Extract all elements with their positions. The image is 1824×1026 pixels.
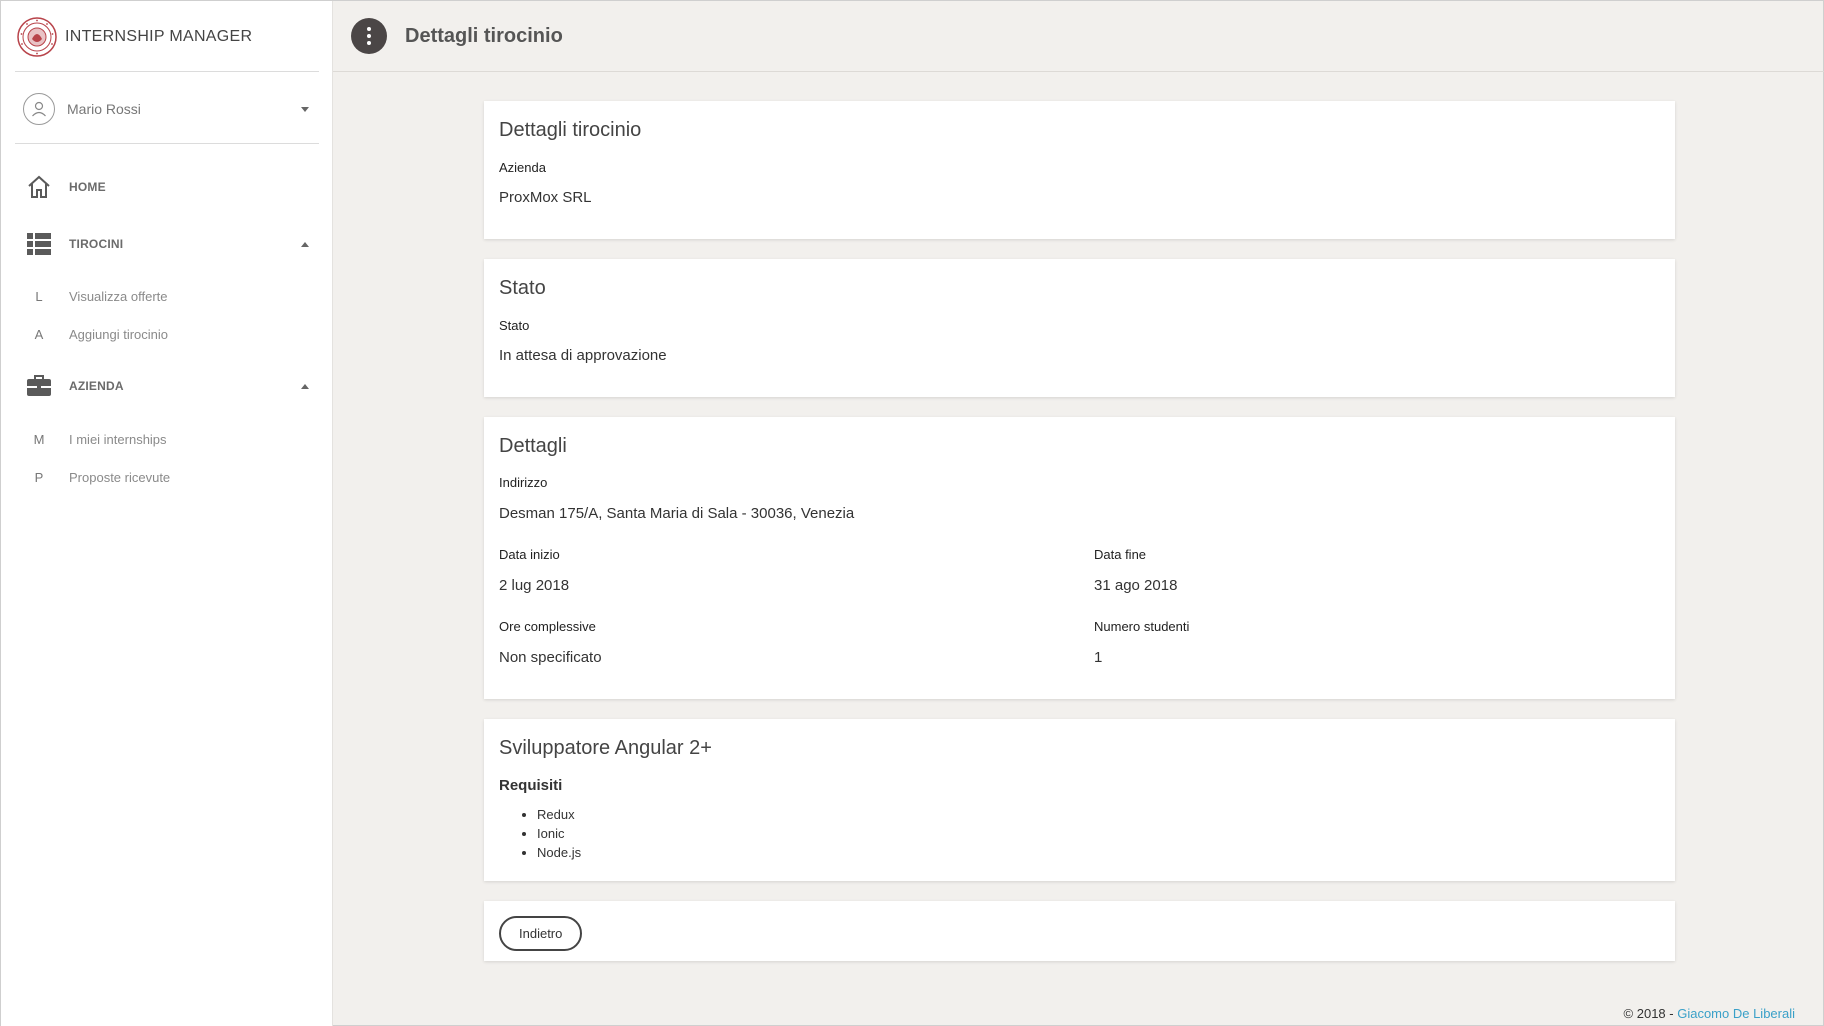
- user-avatar-icon: [23, 93, 55, 125]
- address-value: Desman 175/A, Santa Maria di Sala - 3003…: [499, 505, 855, 522]
- sidebar-item-label: TIROCINI: [69, 237, 124, 251]
- position-card: Sviluppatore Angular 2+ Requisiti Redux …: [484, 719, 1675, 881]
- back-button[interactable]: Indietro: [499, 916, 583, 951]
- start-date-value: 2 lug 2018: [499, 577, 570, 594]
- sidebar-subitem-letter: M: [33, 431, 45, 447]
- sidebar-item-home[interactable]: HOME: [15, 165, 319, 209]
- status-value: In attesa di approvazione: [499, 347, 667, 364]
- sidebar-subitem-i-miei-internships[interactable]: M I miei internships: [15, 422, 319, 456]
- sidebar-subitem-letter: L: [35, 288, 43, 304]
- total-hours-label: Ore complessive: [499, 619, 596, 634]
- requirements-label: Requisiti: [499, 777, 563, 794]
- company-label: Azienda: [499, 160, 546, 175]
- end-date-label: Data fine: [1094, 547, 1147, 562]
- divider: [15, 71, 319, 72]
- status-label: Stato: [499, 318, 530, 333]
- total-hours-value: Non specificato: [499, 649, 602, 666]
- sidebar-item-tirocini[interactable]: TIROCINI: [15, 222, 319, 266]
- address-label: Indirizzo: [499, 475, 548, 490]
- students-count-label: Numero studenti: [1094, 619, 1190, 634]
- more-vert-icon[interactable]: [351, 18, 387, 54]
- brand[interactable]: INTERNSHIP MANAGER: [17, 15, 252, 59]
- card-title: Dettagli tirocinio: [499, 119, 642, 141]
- app-title: INTERNSHIP MANAGER: [65, 28, 253, 45]
- list-item: Ionic: [537, 824, 581, 843]
- card-title: Dettagli: [499, 435, 567, 457]
- briefcase-icon: [25, 372, 53, 400]
- sidebar-subitem-letter: P: [34, 469, 44, 485]
- list-item: Node.js: [537, 843, 581, 862]
- sidebar-subitem-label: Proposte ricevute: [69, 469, 171, 485]
- sidebar-subitem-label: Aggiungi tirocinio: [69, 326, 169, 342]
- sidebar-subitem-letter: A: [34, 326, 44, 342]
- top-bar: Dettagli tirocinio: [333, 1, 1824, 72]
- user-name: Mario Rossi: [67, 101, 141, 117]
- internship-details-card: Dettagli tirocinio Azienda ProxMox SRL: [484, 101, 1675, 239]
- sidebar-subitem-label: I miei internships: [69, 431, 167, 447]
- divider: [15, 143, 319, 144]
- requirements-list: Redux Ionic Node.js: [537, 805, 581, 862]
- actions-card: Indietro: [484, 901, 1675, 961]
- home-icon: [25, 173, 53, 201]
- sidebar: INTERNSHIP MANAGER Mario Rossi HOME TIRO…: [1, 1, 333, 1026]
- sidebar-subitem-aggiungi-tirocinio[interactable]: A Aggiungi tirocinio: [15, 317, 319, 351]
- card-title: Sviluppatore Angular 2+: [499, 737, 712, 759]
- card-title: Stato: [499, 277, 546, 299]
- list-icon: [25, 230, 53, 258]
- user-menu[interactable]: Mario Rossi: [15, 89, 319, 129]
- sidebar-subitem-label: Visualizza offerte: [69, 288, 168, 304]
- status-card: Stato Stato In attesa di approvazione: [484, 259, 1675, 397]
- company-value: ProxMox SRL: [499, 189, 592, 206]
- sidebar-subitem-proposte-ricevute[interactable]: P Proposte ricevute: [15, 460, 319, 494]
- students-count-value: 1: [1094, 649, 1103, 666]
- end-date-value: 31 ago 2018: [1094, 577, 1178, 594]
- sidebar-item-label: HOME: [69, 180, 106, 194]
- chevron-down-icon: [301, 106, 309, 112]
- university-seal-logo: [17, 17, 57, 57]
- sidebar-subitem-visualizza-offerte[interactable]: L Visualizza offerte: [15, 279, 319, 313]
- sidebar-item-azienda[interactable]: AZIENDA: [15, 364, 319, 408]
- chevron-up-icon: [301, 241, 309, 247]
- sidebar-item-label: AZIENDA: [69, 379, 124, 393]
- list-item: Redux: [537, 805, 581, 824]
- page-title: Dettagli tirocinio: [405, 24, 563, 47]
- copyright-text: © 2018 -: [1623, 1006, 1678, 1021]
- footer: © 2018 - Giacomo De Liberali: [1624, 1006, 1795, 1021]
- chevron-up-icon: [301, 383, 309, 389]
- details-card: Dettagli Indirizzo Desman 175/A, Santa M…: [484, 417, 1675, 699]
- start-date-label: Data inizio: [499, 547, 560, 562]
- author-link[interactable]: Giacomo De Liberali: [1677, 1006, 1795, 1021]
